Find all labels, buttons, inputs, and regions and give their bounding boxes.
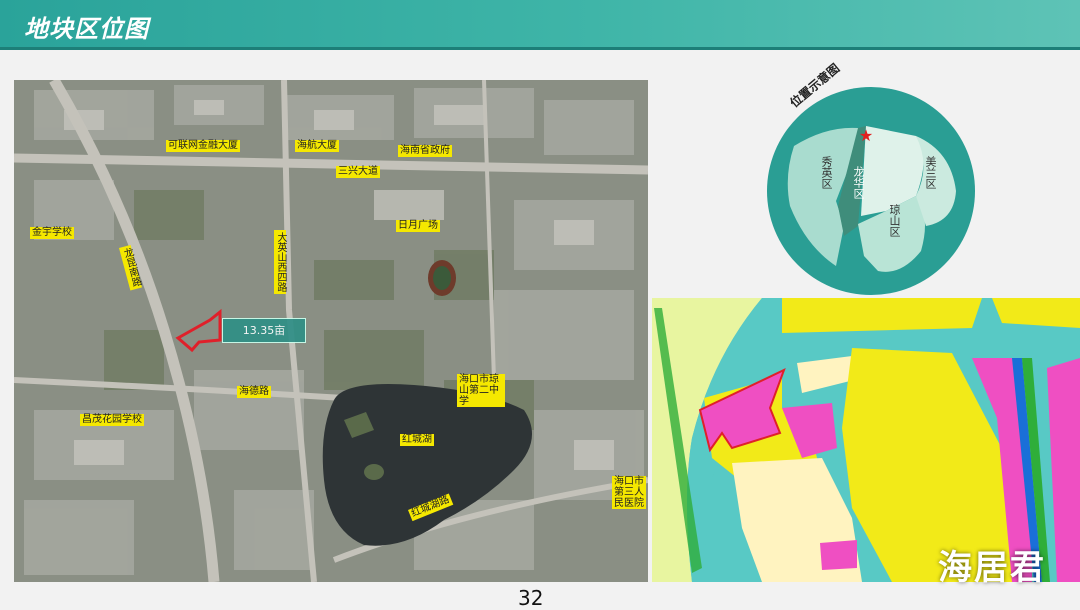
satellite-imagery xyxy=(14,80,648,582)
district-meilan: 美兰区 xyxy=(924,156,937,189)
page-title: 地块区位图 xyxy=(24,15,149,43)
area-label: 13.35亩 xyxy=(222,318,306,343)
svg-text:★: ★ xyxy=(859,126,873,145)
label-hangtian: 海航大厦 xyxy=(295,140,339,152)
location-circle: ★ xyxy=(767,87,975,295)
location-map: ★ 位置示意图 秀英区 龙华区 美兰区 琼山区 xyxy=(766,61,976,296)
district-xiuying: 秀英区 xyxy=(820,156,833,189)
label-haide-road: 海德路 xyxy=(237,386,271,398)
header-stripe xyxy=(0,47,1080,50)
label-riyue-plaza: 日月广场 xyxy=(396,220,440,232)
district-longhua: 龙华区 xyxy=(852,166,865,199)
label-changmao-school: 昌茂花园学校 xyxy=(80,414,144,426)
label-school: 海口市琼山第二中学 xyxy=(457,374,505,407)
label-hualian: 可联网金融大厦 xyxy=(166,140,240,152)
label-jinyu-school: 金宇学校 xyxy=(30,227,74,239)
watermark: 海居君 xyxy=(938,548,1046,588)
district-qiongshan: 琼山区 xyxy=(888,204,901,237)
label-hospital: 海口市第三人民医院 xyxy=(612,476,646,509)
page-number: 32 xyxy=(518,586,544,610)
label-hongcheng-lake: 红城湖 xyxy=(400,434,434,446)
satellite-map: 可联网金融大厦 海航大厦 海南省政府 三兴大道 日月广场 金宇学校 龙昆南路 大… xyxy=(14,80,648,582)
label-dayingshan-road: 大英山西四路 xyxy=(274,230,286,294)
header-bar: 地块区位图 xyxy=(0,0,1080,50)
label-sanxing-road: 三兴大道 xyxy=(336,166,380,178)
label-government: 海南省政府 xyxy=(398,145,452,157)
